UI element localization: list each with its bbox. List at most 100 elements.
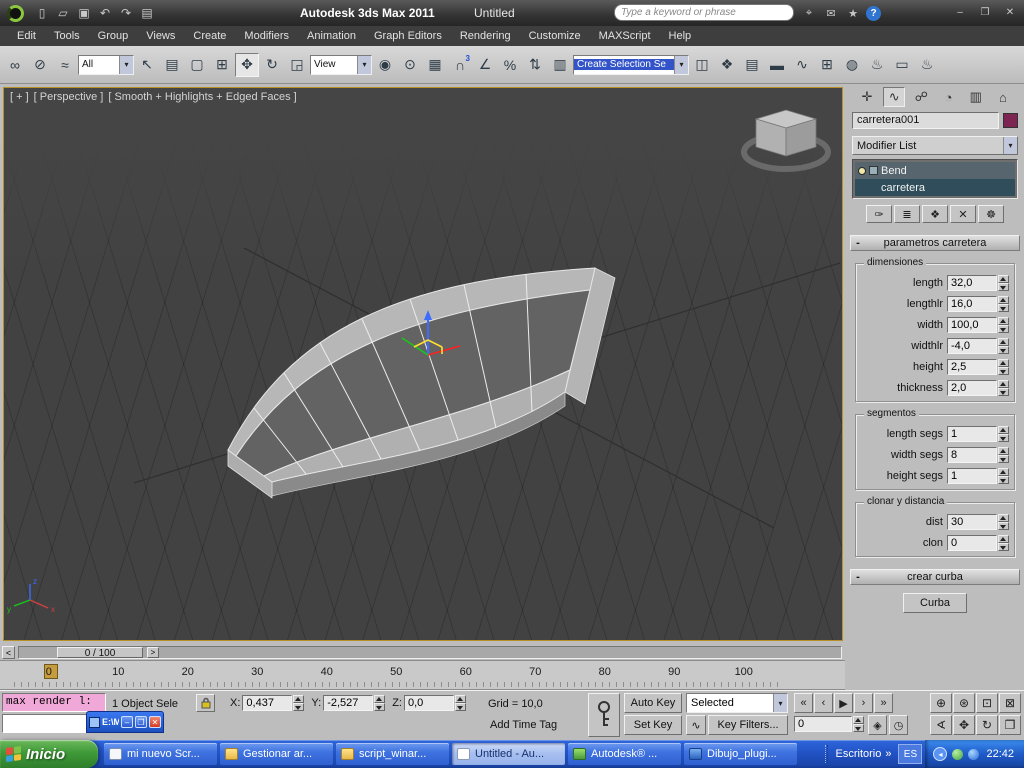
- rollout-collapse-icon[interactable]: -: [851, 571, 865, 583]
- time-slider-track[interactable]: 0 / 100 >: [18, 646, 842, 659]
- pin-stack-icon[interactable]: ✑: [866, 205, 892, 223]
- taskbar-window-button[interactable]: Gestionar ar...: [220, 743, 333, 765]
- render-production-icon[interactable]: ♨: [915, 53, 939, 77]
- close-button[interactable]: ✕: [149, 716, 161, 728]
- close-button[interactable]: ✕: [1000, 5, 1020, 20]
- set-key-button[interactable]: Set Key: [624, 715, 682, 735]
- spinner[interactable]: [998, 426, 1009, 442]
- tray-messenger-icon[interactable]: [968, 749, 979, 760]
- viewport-general-menu[interactable]: [ + ]: [10, 91, 29, 103]
- make-unique-icon[interactable]: ❖: [922, 205, 948, 223]
- curba-button[interactable]: Curba: [903, 593, 967, 613]
- bind-to-space-warp-icon[interactable]: ≈: [53, 53, 77, 77]
- application-menu-icon[interactable]: [0, 0, 30, 26]
- tab-create[interactable]: ✛: [856, 87, 878, 107]
- new-key-default-in-out-tangents-icon[interactable]: ∿: [686, 715, 706, 735]
- key-filters-button[interactable]: Key Filters...: [708, 715, 788, 735]
- mirror-icon[interactable]: ◫: [690, 53, 714, 77]
- chevron-down-icon[interactable]: ▾: [357, 56, 371, 74]
- select-and-scale-icon[interactable]: ◲: [285, 53, 309, 77]
- spinner[interactable]: [998, 447, 1009, 463]
- align-icon[interactable]: ❖: [715, 53, 739, 77]
- parameter-field[interactable]: 16,0: [947, 296, 997, 312]
- search-icon[interactable]: ⌖: [800, 5, 818, 21]
- key-mode-toggle-icon[interactable]: ◈: [868, 715, 887, 735]
- desktop-toolbar-label[interactable]: Escritorio: [836, 748, 882, 760]
- zoom-extents-icon[interactable]: ⊡: [976, 693, 998, 713]
- object-color-swatch[interactable]: [1003, 113, 1018, 128]
- add-time-tag[interactable]: Add Time Tag: [490, 719, 557, 731]
- taskbar-window-button[interactable]: script_winar...: [336, 743, 449, 765]
- modifier-list-dropdown[interactable]: Modifier List ▾: [852, 136, 1018, 155]
- toolbar-grip[interactable]: [825, 745, 828, 763]
- spinner[interactable]: [998, 514, 1009, 530]
- spinner[interactable]: [853, 716, 864, 732]
- minimize-button[interactable]: –: [121, 716, 133, 728]
- chevron-down-icon[interactable]: ▾: [1003, 137, 1017, 154]
- parameter-field[interactable]: 2,0: [947, 380, 997, 396]
- menu-item[interactable]: Create: [184, 28, 235, 44]
- menu-item[interactable]: Edit: [8, 28, 45, 44]
- hide-icons-chevron[interactable]: ◂: [933, 747, 947, 761]
- menu-item[interactable]: Views: [137, 28, 184, 44]
- unlink-selection-icon[interactable]: ⊘: [28, 53, 52, 77]
- window-crossing-icon[interactable]: ⊞: [210, 53, 234, 77]
- select-by-name-icon[interactable]: ▤: [160, 53, 184, 77]
- modifier-stack-item[interactable]: Bend: [855, 162, 1015, 179]
- menu-item[interactable]: Modifiers: [235, 28, 298, 44]
- go-to-end-button[interactable]: »: [874, 693, 893, 713]
- taskbar-window-button[interactable]: mi nuevo Scr...: [104, 743, 217, 765]
- tab-utilities[interactable]: ⌂: [992, 87, 1014, 107]
- go-to-start-button[interactable]: «: [794, 693, 813, 713]
- infocenter-help-icon[interactable]: ?: [866, 6, 881, 21]
- maxscript-mini-listener-macro-line[interactable]: max render l:: [2, 693, 106, 712]
- restore-button[interactable]: ❐: [135, 716, 147, 728]
- spinner[interactable]: [998, 275, 1009, 291]
- infocenter-search[interactable]: [614, 4, 794, 21]
- viewport-shading-menu[interactable]: [ Smooth + Highlights + Edged Faces ]: [108, 91, 296, 103]
- open-file-icon[interactable]: ▱: [53, 4, 73, 22]
- parameter-field[interactable]: -4,0: [947, 338, 997, 354]
- use-pivot-point-center-icon[interactable]: ◉: [373, 53, 397, 77]
- pan-icon[interactable]: ✥: [953, 715, 975, 735]
- tray-status-icon[interactable]: [952, 749, 963, 760]
- play-button[interactable]: ▶: [834, 693, 853, 713]
- spinner-snap-icon[interactable]: ⇅: [523, 53, 547, 77]
- selection-set-dropdown[interactable]: Selected ▾: [686, 693, 788, 713]
- zoom-all-icon[interactable]: ⊛: [953, 693, 975, 713]
- start-button[interactable]: Inicio: [0, 740, 98, 768]
- viewcube[interactable]: [744, 110, 828, 169]
- chevron-down-icon[interactable]: ▾: [119, 56, 133, 74]
- road-object[interactable]: [228, 268, 615, 498]
- layer-manager-icon[interactable]: ▤: [740, 53, 764, 77]
- spinner[interactable]: [293, 695, 304, 711]
- coordinate-field[interactable]: -2,527: [323, 695, 373, 711]
- redo-icon[interactable]: ↷: [116, 4, 136, 22]
- time-configuration-icon[interactable]: ◷: [889, 715, 908, 735]
- menu-item[interactable]: MAXScript: [590, 28, 660, 44]
- select-object-icon[interactable]: ↖: [135, 53, 159, 77]
- reference-coordinate-system-dropdown[interactable]: View▾: [310, 55, 372, 75]
- render-setup-icon[interactable]: ♨: [865, 53, 889, 77]
- spinner[interactable]: [998, 359, 1009, 375]
- coordinate-field[interactable]: 0,0: [404, 695, 454, 711]
- edit-named-selection-sets-icon[interactable]: ▥: [548, 53, 572, 77]
- viewport-3d-scene[interactable]: x y z: [4, 88, 842, 640]
- selection-lock-toggle[interactable]: [196, 694, 215, 712]
- field-of-view-icon[interactable]: ∢: [930, 715, 952, 735]
- zoom-icon[interactable]: ⊕: [930, 693, 952, 713]
- next-frame-arrow[interactable]: >: [147, 647, 159, 658]
- taskbar-window-button[interactable]: Untitled - Au...: [452, 743, 565, 765]
- spinner[interactable]: [374, 695, 385, 711]
- project-folder-icon[interactable]: ▤: [137, 4, 157, 22]
- select-and-link-icon[interactable]: ∞: [3, 53, 27, 77]
- chevron-down-icon[interactable]: ▾: [773, 694, 787, 712]
- spinner[interactable]: [455, 695, 466, 711]
- menu-item[interactable]: Group: [89, 28, 138, 44]
- rollout-header[interactable]: - parametros carretera: [850, 235, 1020, 251]
- menu-item[interactable]: Animation: [298, 28, 365, 44]
- remove-modifier-icon[interactable]: ✕: [950, 205, 976, 223]
- select-and-manipulate-icon[interactable]: ⊙: [398, 53, 422, 77]
- favorites-star-icon[interactable]: ★: [844, 5, 862, 21]
- zoom-extents-all-icon[interactable]: ⊠: [999, 693, 1021, 713]
